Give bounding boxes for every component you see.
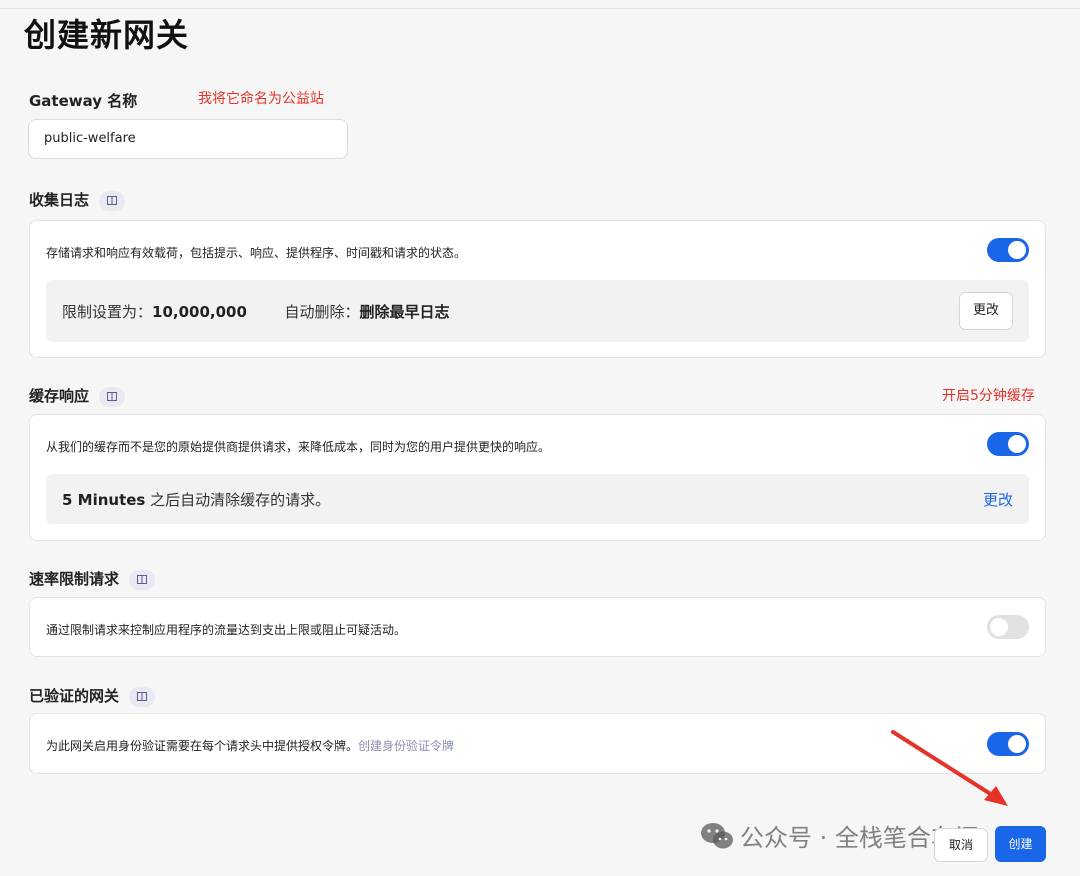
- red-arrow-annotation: [891, 730, 1008, 806]
- create-button[interactable]: 创建: [995, 826, 1046, 862]
- cancel-button[interactable]: 取消: [934, 828, 988, 862]
- wechat-icon: [700, 822, 734, 856]
